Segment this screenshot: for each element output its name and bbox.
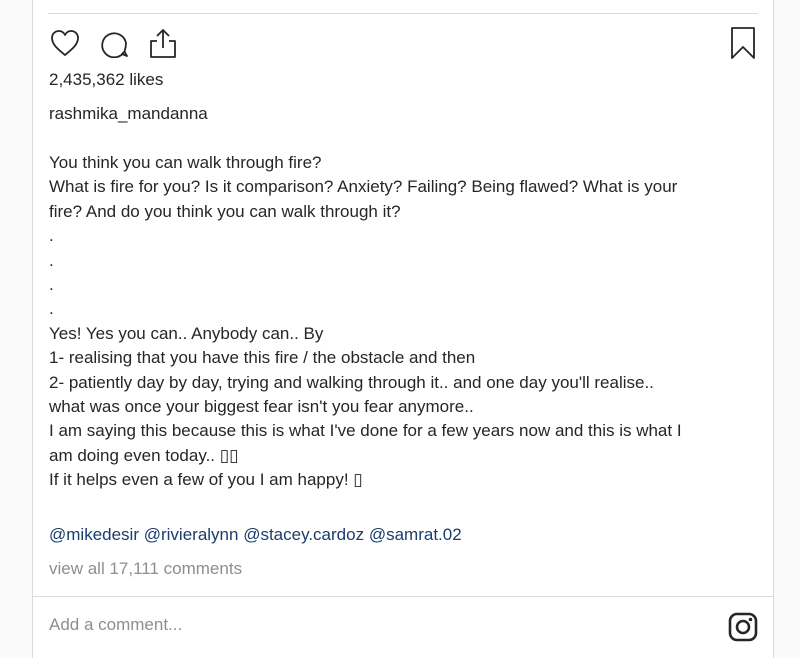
likes-count[interactable]: 2,435,362 likes: [49, 70, 163, 90]
caption-line: what was once your biggest fear isn't yo…: [49, 397, 474, 417]
save-button[interactable]: [727, 26, 759, 60]
mention-link[interactable]: @samrat.02: [369, 525, 462, 544]
caption-line: Yes! Yes you can.. Anybody can.. By: [49, 323, 324, 343]
comment-button[interactable]: [98, 26, 130, 60]
comment-divider: [33, 596, 773, 597]
like-button[interactable]: [49, 26, 81, 60]
action-bar: [49, 26, 759, 60]
add-comment-input[interactable]: [49, 608, 689, 642]
instagram-button[interactable]: [726, 610, 760, 644]
caption-line: .: [49, 250, 54, 270]
caption-line: You think you can walk through fire?: [49, 153, 322, 172]
caption-line: What is fire for you? Is it comparison? …: [49, 177, 678, 197]
caption-line: I am saying this because this is what I'…: [49, 421, 682, 441]
mention-link[interactable]: @stacey.cardoz: [243, 525, 364, 544]
heart-icon: [51, 30, 79, 56]
caption-line: am doing even today.. ▯▯: [49, 445, 239, 465]
caption-line: 2- patiently day by day, trying and walk…: [49, 372, 654, 392]
mention-link[interactable]: @mikedesir: [49, 525, 139, 544]
comment-bubble-icon: [101, 32, 128, 58]
post-card: 2,435,362 likes rashmika_mandanna You th…: [32, 0, 774, 658]
share-button[interactable]: [147, 26, 179, 60]
caption-line: fire? And do you think you can walk thro…: [49, 201, 401, 221]
top-divider: [48, 13, 758, 14]
caption-line: 1- realising that you have this fire / t…: [49, 348, 476, 368]
bookmark-icon: [731, 27, 755, 59]
caption-line: If it helps even a few of you I am happy…: [49, 470, 363, 490]
share-upload-icon: [150, 29, 176, 58]
view-all-comments-link[interactable]: view all 17,111 comments: [49, 559, 242, 579]
caption-line: .: [49, 275, 54, 295]
mention-link[interactable]: @rivieralynn: [144, 525, 239, 544]
mentions: @mikedesir @rivieralynn @stacey.cardoz @…: [49, 525, 462, 545]
caption-line: .: [49, 226, 54, 246]
post-username[interactable]: rashmika_mandanna: [49, 104, 208, 124]
instagram-icon: [728, 612, 758, 642]
post-caption: You think you can walk through fire? Wha…: [49, 151, 761, 493]
caption-line: .: [49, 299, 54, 319]
